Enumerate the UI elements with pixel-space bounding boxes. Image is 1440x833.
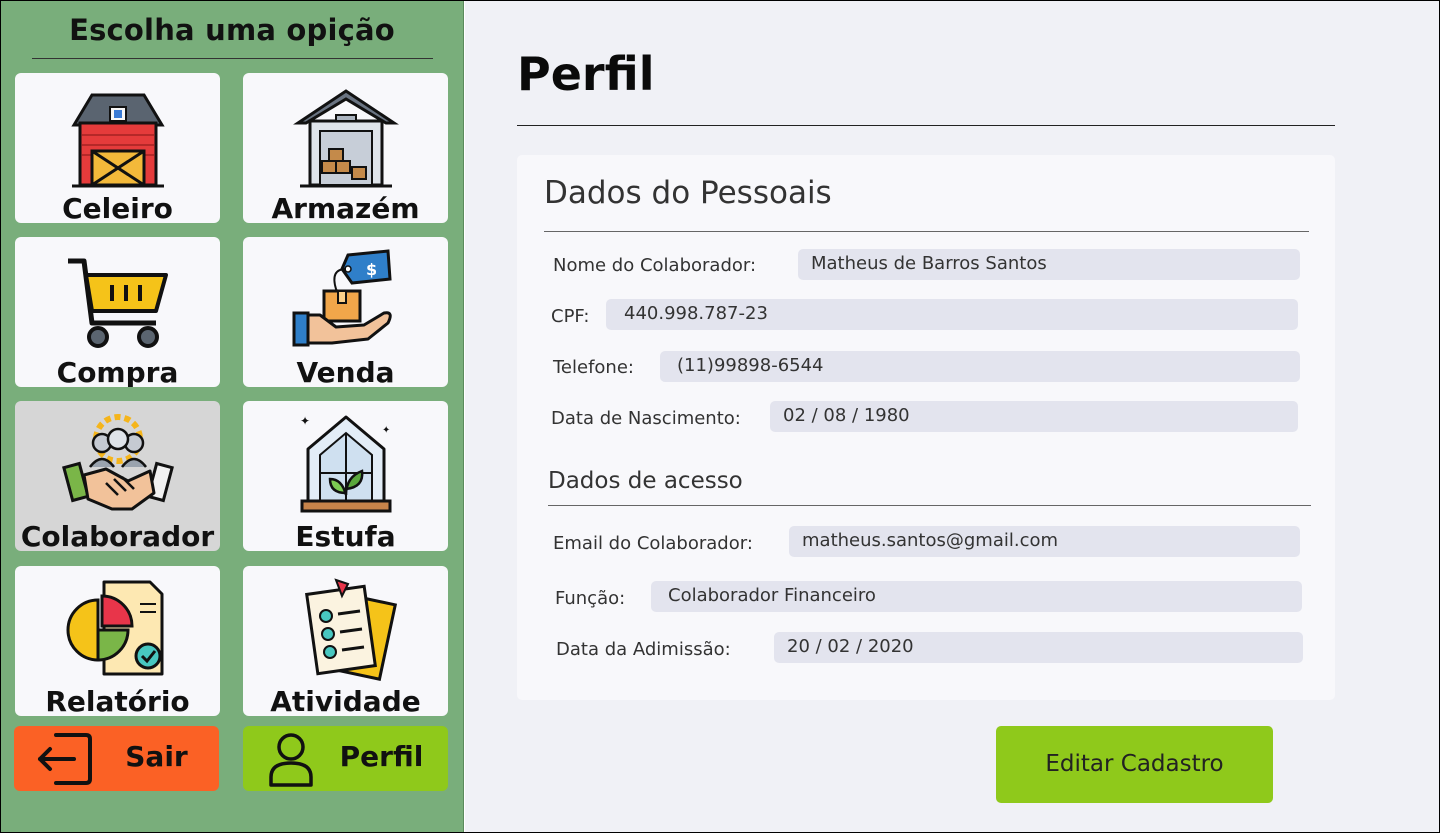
- menu-tile-estufa[interactable]: ✦ ✦ Estufa: [243, 401, 448, 551]
- tile-label: Celeiro: [62, 192, 173, 223]
- barn-icon: [70, 93, 165, 188]
- menu-tile-relatorio[interactable]: Relatório: [15, 566, 220, 716]
- main-content: Perfil Dados do Pessoais Nome do Colabor…: [465, 1, 1439, 832]
- report-chart-icon: [66, 580, 163, 676]
- cpf-field[interactable]: 440.998.787-23: [606, 299, 1298, 330]
- profile-label: Perfil: [339, 740, 424, 773]
- logout-button[interactable]: Sair: [14, 726, 219, 791]
- svg-text:✦: ✦: [382, 425, 390, 436]
- edit-profile-button[interactable]: Editar Cadastro: [996, 726, 1273, 803]
- shopping-cart-icon: [67, 258, 168, 348]
- tile-label: Estufa: [295, 520, 396, 551]
- menu-tile-atividade[interactable]: Atividade: [243, 566, 448, 716]
- tile-label: Colaborador: [20, 520, 215, 551]
- admissao-label: Data da Adimissão:: [556, 639, 731, 660]
- menu-tile-compra[interactable]: Compra: [15, 237, 220, 387]
- nascimento-label: Data de Nascimento:: [551, 408, 741, 429]
- section-divider: [544, 231, 1309, 232]
- collaborator-handshake-icon: [61, 414, 174, 511]
- page-title: Perfil: [517, 47, 655, 101]
- menu-tile-venda[interactable]: $ Venda: [243, 237, 448, 387]
- profile-card: Dados do Pessoais Nome do Colaborador: M…: [517, 155, 1335, 700]
- cpf-label: CPF:: [551, 306, 590, 327]
- logout-label: Sair: [125, 740, 188, 773]
- nome-label: Nome do Colaborador:: [553, 255, 757, 276]
- app-window: Escolha uma opição Celeiro Armazém Compr…: [0, 0, 1440, 833]
- sidebar-title: Escolha uma opição: [69, 13, 395, 47]
- menu-tile-celeiro[interactable]: Celeiro: [15, 73, 220, 223]
- logout-icon: [38, 733, 92, 785]
- email-field[interactable]: matheus.santos@gmail.com: [789, 526, 1300, 557]
- menu-tile-armazem[interactable]: Armazém: [243, 73, 448, 223]
- funcao-label: Função:: [555, 588, 626, 609]
- funcao-field[interactable]: Colaborador Financeiro: [651, 581, 1302, 612]
- svg-text:$: $: [366, 260, 377, 279]
- telefone-label: Telefone:: [553, 357, 634, 378]
- nascimento-field[interactable]: 02 / 08 / 1980: [770, 401, 1298, 432]
- tile-label: Relatório: [45, 685, 190, 716]
- tile-label: Armazém: [271, 192, 420, 223]
- greenhouse-icon: ✦ ✦: [300, 414, 391, 513]
- nome-field[interactable]: Matheus de Barros Santos: [798, 249, 1300, 280]
- sale-hand-box-icon: $: [292, 249, 392, 347]
- email-label: Email do Colaborador:: [553, 533, 753, 554]
- menu-tile-colaborador[interactable]: Colaborador: [15, 401, 220, 551]
- sidebar-divider: [32, 58, 433, 59]
- title-divider: [517, 125, 1335, 126]
- section-divider: [548, 505, 1311, 506]
- activity-checklist-icon: [304, 578, 397, 681]
- warehouse-icon: [292, 89, 399, 188]
- svg-text:✦: ✦: [300, 414, 310, 428]
- access-section-title: Dados de acesso: [548, 468, 743, 494]
- profile-button[interactable]: Perfil: [243, 726, 448, 791]
- sidebar: Escolha uma opição Celeiro Armazém Compr…: [1, 1, 464, 832]
- tile-label: Atividade: [270, 685, 421, 716]
- personal-section-title: Dados do Pessoais: [544, 175, 832, 211]
- tile-label: Compra: [56, 356, 179, 387]
- tile-label: Venda: [296, 356, 395, 387]
- telefone-field[interactable]: (11)99898-6544: [660, 351, 1300, 382]
- admissao-field[interactable]: 20 / 02 / 2020: [774, 632, 1303, 663]
- user-icon: [269, 733, 313, 787]
